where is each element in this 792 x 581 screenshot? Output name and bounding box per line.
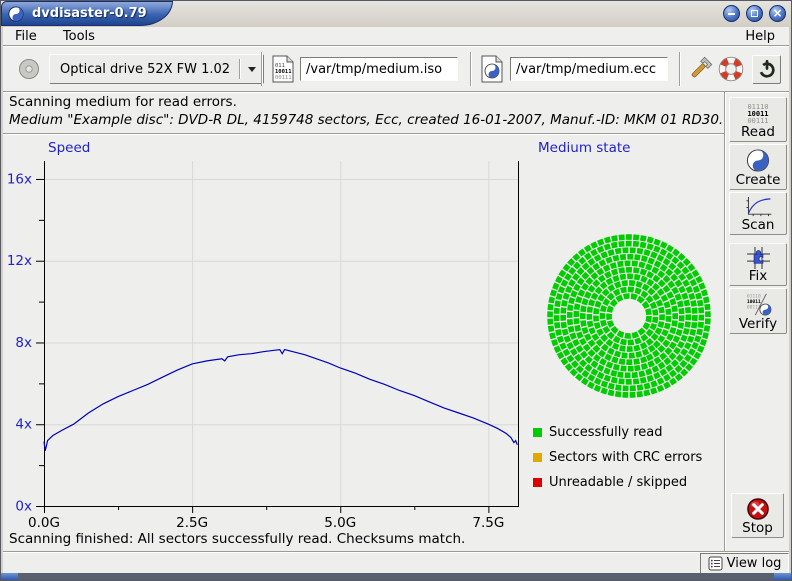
verify-button-label: Verify: [739, 317, 777, 332]
quit-button[interactable]: [752, 55, 781, 84]
toolbar-separator: [470, 52, 472, 86]
status-heading: Scanning medium for read errors.: [9, 94, 237, 110]
svg-text:10011: 10011: [747, 299, 761, 305]
log-list-icon: [708, 556, 723, 571]
statusbar-separator: [1, 551, 792, 553]
legend-item-success: Successfully read: [533, 425, 702, 439]
legend-item-unreadable: Unreadable / skipped: [533, 475, 702, 489]
iso-path-input[interactable]: [300, 57, 458, 81]
chevron-down-icon: [248, 67, 256, 72]
legend-label: Sectors with CRC errors: [549, 450, 702, 465]
svg-text:5.0G: 5.0G: [324, 515, 356, 531]
svg-text:4x: 4x: [15, 417, 32, 433]
help-button[interactable]: [718, 56, 744, 82]
menu-help[interactable]: Help: [739, 27, 781, 46]
app-window: dvdisaster-0.79 × File Tools Help Optica…: [0, 0, 792, 581]
scan-button-label: Scan: [742, 218, 775, 233]
medium-info: Medium "Example disc": DVD-R DL, 4159748…: [9, 112, 723, 128]
svg-text:00111: 00111: [275, 75, 292, 81]
toolbar: Optical drive 52X FW 1.02 011 10011 0011…: [3, 47, 791, 91]
read-button-label: Read: [741, 125, 775, 140]
combo-separator: [239, 59, 241, 79]
legend-swatch-green: [533, 428, 542, 437]
ecc-path-input[interactable]: [510, 57, 668, 81]
read-button[interactable]: 01110 10011 00111 Read: [729, 97, 787, 142]
fix-button-label: Fix: [749, 269, 768, 284]
svg-text:16x: 16x: [7, 171, 32, 187]
medium-state-disc: [541, 228, 717, 404]
speed-chart: 0x 4x 8x 12x 16x 0.0G 2.5G 5.0G 7.5G: [1, 136, 531, 533]
resize-grip-right[interactable]: [774, 573, 791, 580]
binary-read-icon: 01110 10011 00111: [747, 104, 768, 125]
maximize-icon: [751, 10, 758, 17]
close-icon: ×: [772, 7, 782, 19]
fix-button[interactable]: Fix: [729, 243, 787, 286]
menubar: File Tools Help: [3, 27, 791, 46]
legend-swatch-yellow: [533, 453, 542, 462]
verify-button[interactable]: 01110 10011 00111 Verify: [729, 288, 787, 334]
create-button[interactable]: Create: [729, 144, 787, 190]
iso-file-icon: 011 10011 00111: [271, 55, 295, 87]
title-tab: dvdisaster-0.79: [1, 1, 173, 26]
legend-label: Successfully read: [549, 425, 662, 440]
action-sidebar: 01110 10011 00111 Read Create Scan: [727, 92, 791, 551]
lifebelt-icon: [718, 56, 744, 82]
scan-chart-icon: [743, 196, 773, 218]
window-border-right: [789, 27, 791, 573]
medium-state-legend: Successfully read Sectors with CRC error…: [533, 425, 702, 500]
minimize-button[interactable]: [723, 5, 740, 22]
svg-text:01110: 01110: [747, 294, 761, 300]
scan-status: Scanning finished: All sectors successfu…: [9, 531, 465, 547]
wrench-icon: [687, 56, 713, 82]
medium-state-title: Medium state: [538, 140, 630, 156]
svg-text:0x: 0x: [15, 499, 32, 515]
window-title: dvdisaster-0.79: [32, 6, 147, 21]
window-border-left: [1, 27, 3, 573]
view-log-button[interactable]: View log: [700, 553, 789, 574]
puzzle-fix-icon: [746, 247, 771, 269]
close-button[interactable]: ×: [769, 5, 786, 22]
drive-disc-icon: [18, 58, 40, 80]
window-border-bottom: [1, 573, 791, 580]
preferences-button[interactable]: [687, 56, 713, 82]
minimize-icon: [728, 13, 735, 15]
svg-text:0.0G: 0.0G: [28, 515, 60, 531]
yinyang-create-icon: [745, 148, 771, 173]
titlebar[interactable]: dvdisaster-0.79 ×: [1, 1, 791, 28]
sidebar-separator: [724, 92, 726, 551]
legend-swatch-red: [533, 478, 542, 487]
stop-x-icon: [746, 497, 770, 521]
view-log-label: View log: [727, 556, 782, 571]
menu-file[interactable]: File: [3, 27, 47, 46]
stop-button[interactable]: Stop: [731, 493, 784, 538]
drive-selector[interactable]: Optical drive 52X FW 1.02: [49, 54, 264, 84]
menu-tools[interactable]: Tools: [51, 27, 105, 46]
maximize-button[interactable]: [746, 5, 763, 22]
legend-item-crc: Sectors with CRC errors: [533, 450, 702, 464]
create-button-label: Create: [736, 173, 781, 188]
ecc-file-icon: [480, 55, 504, 87]
svg-text:8x: 8x: [15, 335, 32, 351]
svg-text:12x: 12x: [7, 253, 32, 269]
drive-selector-value: Optical drive 52X FW 1.02: [60, 62, 230, 77]
power-icon: [757, 60, 777, 80]
toolbar-separator: [261, 52, 263, 86]
toolbar-separator-line: [1, 91, 792, 93]
resize-grip-left[interactable]: [1, 573, 18, 580]
verify-binary-yinyang-icon: 01110 10011 00111: [743, 292, 773, 317]
scan-button[interactable]: Scan: [729, 192, 787, 235]
toolbar-separator: [679, 52, 681, 86]
legend-label: Unreadable / skipped: [549, 475, 687, 490]
svg-text:7.5G: 7.5G: [472, 515, 504, 531]
svg-text:2.5G: 2.5G: [176, 515, 208, 531]
app-yinyang-icon: [8, 6, 24, 22]
heading-separator: [1, 133, 725, 135]
stop-button-label: Stop: [742, 521, 773, 536]
